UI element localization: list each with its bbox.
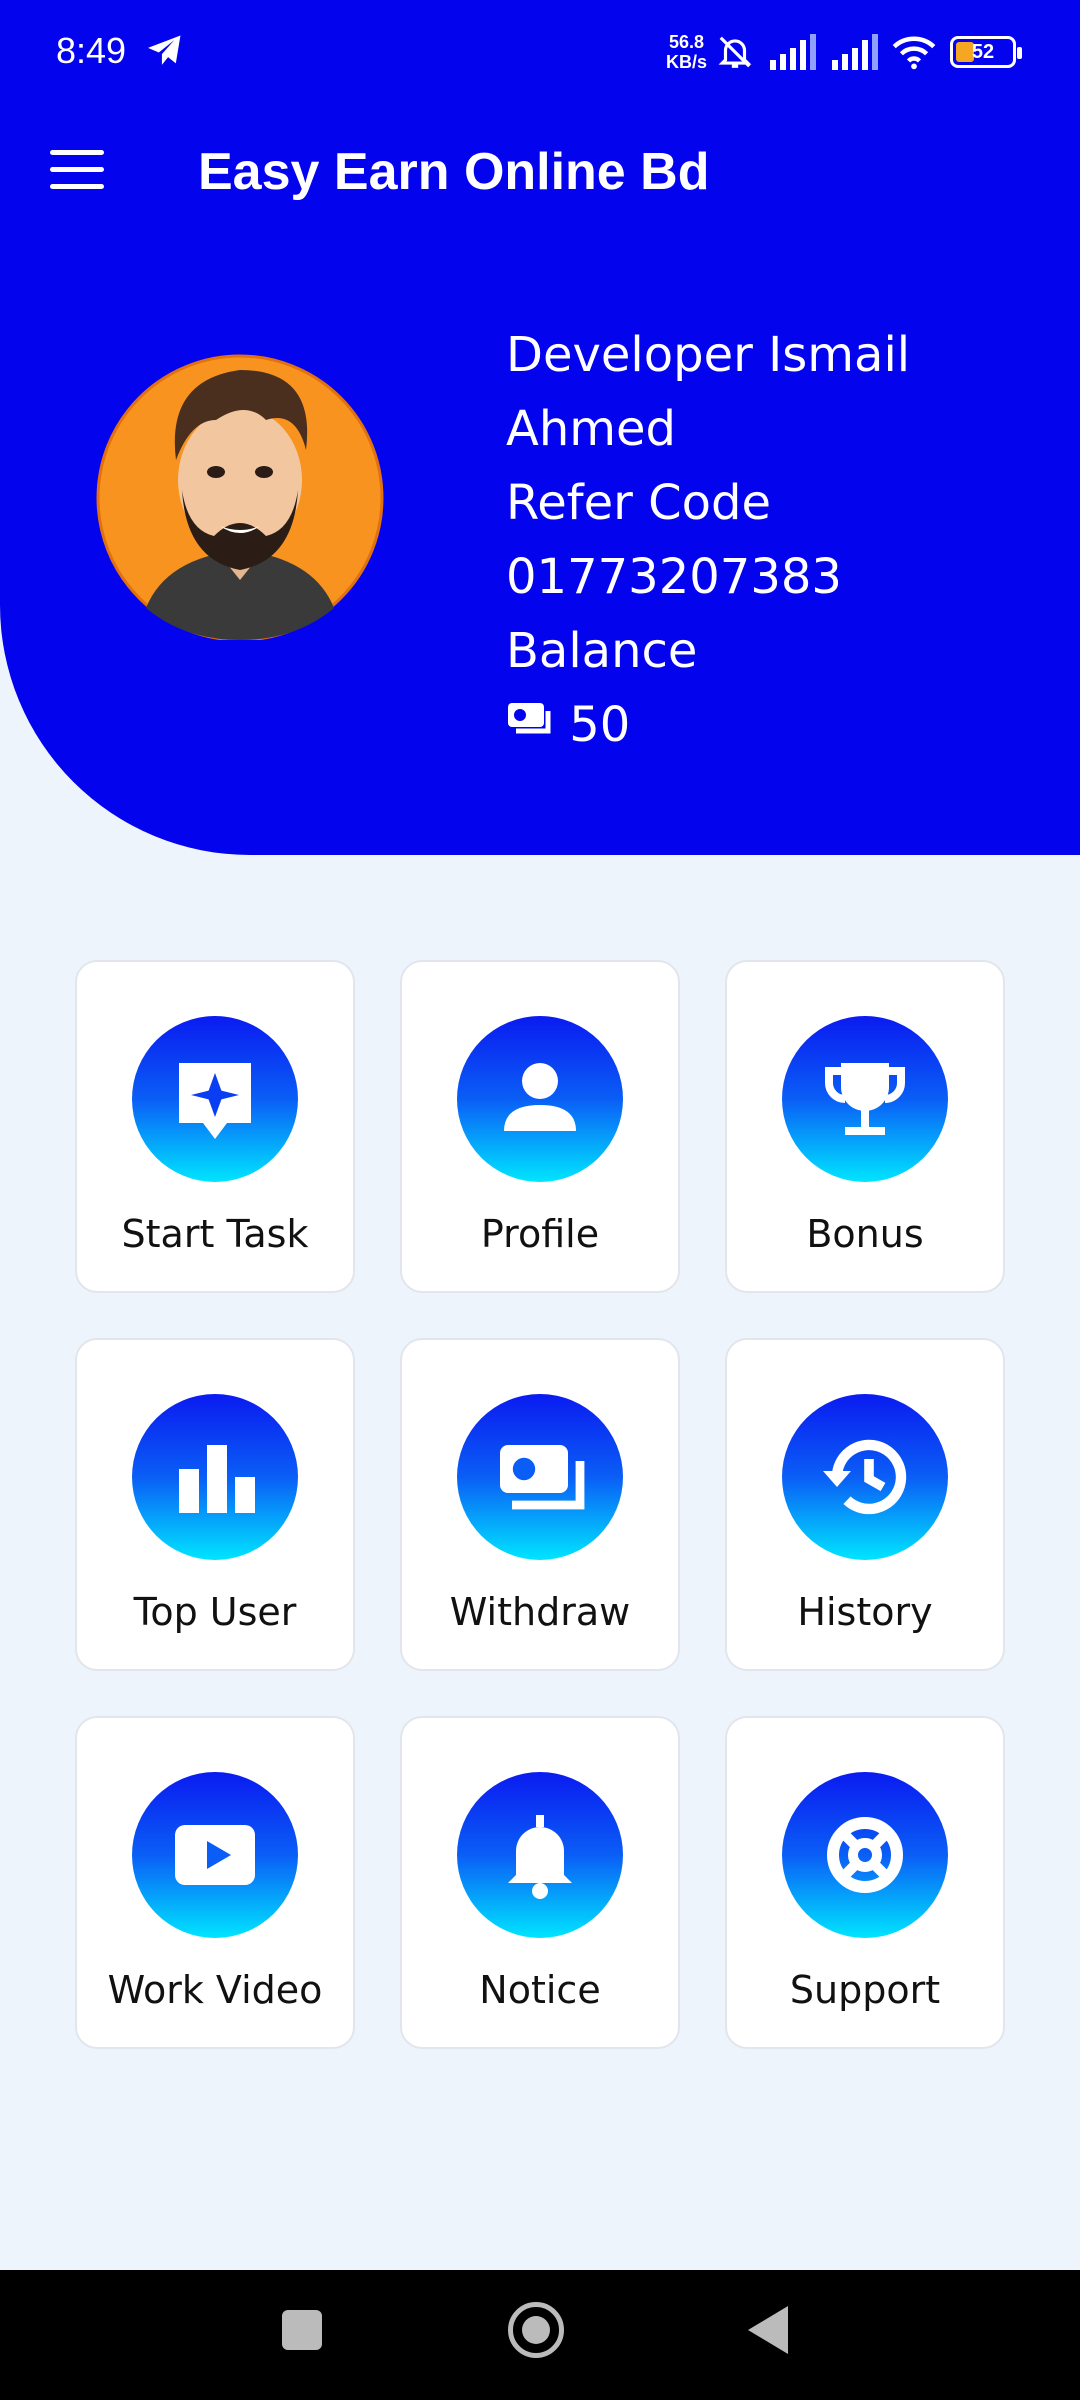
bell-icon — [508, 1815, 572, 1899]
user-name-line1: Developer Ismail — [506, 327, 911, 383]
menu-grid: Start Task Profile Bonus Top User Withdr… — [75, 960, 1005, 2049]
telegram-icon — [148, 35, 181, 65]
support-icon — [827, 1817, 903, 1893]
home-screen: 8:49 56.8 KB/s 52 Easy Earn Online Bd De… — [0, 0, 1080, 2400]
history-button[interactable]: History — [725, 1338, 1005, 1671]
bar-chart-icon — [179, 1445, 255, 1513]
support-button[interactable]: Support — [725, 1716, 1005, 2049]
sparkle-chat-icon — [179, 1063, 251, 1139]
signal-icon — [770, 34, 816, 70]
money-icon — [508, 703, 551, 734]
money-icon — [500, 1445, 585, 1510]
status-icons: 52 — [716, 30, 1022, 74]
notice-button[interactable]: Notice — [400, 1716, 680, 2049]
system-nav-bar — [0, 2270, 1080, 2400]
app-bar: Easy Earn Online Bd — [0, 120, 1080, 230]
refer-code: 01773207383 — [506, 549, 842, 605]
recents-button[interactable] — [282, 2310, 322, 2350]
network-speed: 56.8 KB/s — [666, 32, 708, 72]
balance-value-row: 50 — [506, 688, 910, 762]
status-bar: 8:49 56.8 KB/s 52 — [0, 0, 1080, 100]
bonus-button[interactable]: Bonus — [725, 960, 1005, 1293]
app-title: Easy Earn Online Bd — [198, 143, 710, 201]
balance-value: 50 — [569, 697, 631, 753]
trophy-icon — [825, 1063, 905, 1135]
status-time: 8:49 — [56, 30, 127, 71]
start-task-button[interactable]: Start Task — [75, 960, 355, 1293]
work-video-button[interactable]: Work Video — [75, 1716, 355, 2049]
battery-icon: 52 — [950, 36, 1022, 68]
person-icon — [504, 1063, 576, 1131]
play-icon — [175, 1825, 255, 1885]
home-button[interactable] — [508, 2302, 564, 2358]
signal-icon — [832, 34, 878, 70]
user-info: Developer Ismail Ahmed Refer Code 017732… — [506, 318, 910, 762]
withdraw-button[interactable]: Withdraw — [400, 1338, 680, 1671]
user-name-line2: Ahmed — [506, 401, 677, 457]
bell-muted-icon — [718, 36, 752, 68]
profile-button[interactable]: Profile — [400, 960, 680, 1293]
refer-label: Refer Code — [506, 475, 772, 531]
avatar[interactable] — [96, 340, 384, 640]
history-icon — [823, 1439, 907, 1515]
hamburger-menu-icon[interactable] — [50, 150, 104, 194]
back-button[interactable] — [748, 2306, 788, 2354]
top-user-button[interactable]: Top User — [75, 1338, 355, 1671]
balance-label: Balance — [506, 623, 698, 679]
wifi-icon — [892, 36, 936, 70]
